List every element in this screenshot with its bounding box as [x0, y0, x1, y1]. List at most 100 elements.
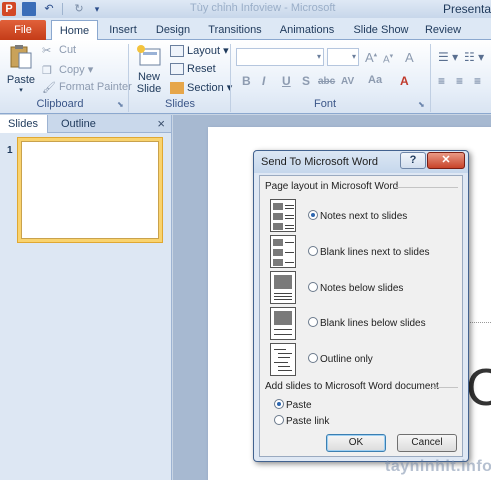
font-name-dropdown-icon: ▾: [316, 52, 321, 61]
tab-outline[interactable]: Outline: [53, 115, 104, 133]
tab-animations[interactable]: Animations: [276, 20, 338, 40]
blank-lines-below-slides-icon[interactable]: [270, 307, 296, 340]
slide-number: 1: [7, 145, 13, 156]
group-separator: [128, 44, 129, 112]
tab-design[interactable]: Design: [151, 20, 195, 40]
tab-insert[interactable]: Insert: [104, 20, 142, 40]
close-pane-icon[interactable]: ×: [157, 116, 165, 131]
align-left-button[interactable]: ≡: [438, 74, 445, 88]
group-separator: [230, 44, 231, 112]
font-launcher-icon[interactable]: ⬊: [418, 101, 426, 109]
option-notes-below-slides[interactable]: Notes below slides: [308, 282, 403, 294]
format-painter-button[interactable]: 🖌 Format Painter: [42, 81, 132, 95]
outline-only-icon[interactable]: [270, 343, 296, 376]
slide-title-text: C: [466, 359, 491, 417]
paste-button[interactable]: Paste ▾: [6, 43, 36, 98]
powerpoint-app-icon[interactable]: P: [2, 2, 16, 16]
option-notes-next-to-slides[interactable]: Notes next to slides: [308, 210, 407, 222]
copy-button[interactable]: ❐ Copy ▾: [42, 63, 93, 77]
layout-icon: [170, 45, 184, 58]
cut-button[interactable]: ✂ Cut: [42, 44, 77, 58]
option-paste[interactable]: Paste: [274, 399, 312, 411]
option-paste-link[interactable]: Paste link: [274, 415, 329, 427]
option-blank-lines-next-to-slides[interactable]: Blank lines next to slides: [308, 246, 430, 258]
tab-home[interactable]: Home: [51, 20, 98, 41]
blank-lines-next-to-slides-icon[interactable]: [270, 235, 296, 268]
bullets-button[interactable]: ☰ ▾: [438, 50, 458, 64]
shrink-font-label: A: [383, 54, 390, 66]
cancel-button[interactable]: Cancel: [397, 434, 457, 452]
align-center-button[interactable]: ≡: [456, 74, 463, 88]
slide-thumbnail[interactable]: [17, 137, 163, 243]
shadow-button[interactable]: S: [302, 74, 310, 88]
add-slides-section-label: Add slides to Microsoft Word document: [265, 381, 439, 392]
section-button[interactable]: Section ▾: [170, 81, 232, 95]
slides-pane: Slides Outline × 1: [0, 115, 172, 480]
title-bar: P ↶ ↻ ▾ Tùy chỉnh Infoview - Microsoft P…: [0, 0, 491, 18]
ok-button[interactable]: OK: [326, 434, 386, 452]
new-slide-icon: [137, 45, 161, 66]
align-right-button[interactable]: ≡: [474, 74, 481, 88]
grow-font-button[interactable]: A▴: [365, 50, 377, 65]
redo-icon[interactable]: ↻: [72, 2, 86, 16]
option-label: Paste link: [286, 416, 330, 427]
copy-label: Copy: [59, 64, 85, 76]
help-button[interactable]: ?: [400, 152, 426, 169]
tab-file[interactable]: File: [0, 20, 46, 40]
new-slide-label-1: New: [137, 71, 160, 83]
font-color-button[interactable]: A: [400, 74, 409, 88]
reset-button[interactable]: Reset: [170, 63, 216, 76]
watermark-text: tayninhit.info: [385, 458, 491, 475]
scissors-icon: ✂: [42, 45, 52, 58]
paste-icon: [10, 45, 32, 69]
page-layout-section-label: Page layout in Microsoft Word: [265, 181, 399, 192]
reset-label: Reset: [187, 63, 216, 75]
customize-qat-icon[interactable]: ▾: [90, 2, 104, 16]
dialog-title-bar: Send To Microsoft Word ? ✕: [254, 151, 468, 173]
send-to-word-dialog: Send To Microsoft Word ? ✕ Page layout i…: [253, 150, 469, 462]
bold-button[interactable]: B: [242, 74, 251, 88]
italic-button[interactable]: I: [262, 74, 265, 88]
qat-separator: [62, 3, 63, 15]
font-size-combo[interactable]: ▾: [327, 48, 359, 66]
ribbon: Paste ▾ ✂ Cut ❐ Copy ▾ 🖌 Format Painter Cli…: [0, 40, 491, 114]
tab-slides[interactable]: Slides: [0, 115, 48, 133]
character-spacing-button[interactable]: AV: [341, 76, 354, 87]
brush-icon: 🖌: [42, 82, 56, 95]
close-button[interactable]: ✕: [427, 152, 465, 169]
change-case-button[interactable]: Aa: [368, 74, 382, 86]
option-blank-lines-below-slides[interactable]: Blank lines below slides: [308, 317, 426, 329]
numbering-button[interactable]: ☷ ▾: [464, 50, 484, 64]
option-label: Blank lines next to slides: [320, 247, 430, 258]
font-name-combo[interactable]: ▾: [236, 48, 324, 66]
radio-icon: [308, 353, 318, 363]
layout-button[interactable]: Layout ▾: [170, 44, 229, 58]
tab-review[interactable]: Review: [422, 20, 464, 40]
undo-icon[interactable]: ↶: [42, 2, 56, 16]
radio-selected-icon: [274, 399, 284, 409]
font-size-dropdown-icon: ▾: [351, 52, 356, 61]
shrink-font-button[interactable]: A▾: [383, 52, 393, 65]
tab-slide-show[interactable]: Slide Show: [350, 20, 412, 40]
option-label: Paste: [286, 400, 312, 411]
format-painter-label: Format Painter: [59, 81, 132, 93]
radio-icon: [308, 282, 318, 292]
save-icon[interactable]: [22, 2, 36, 16]
strikethrough-button[interactable]: abc: [318, 76, 335, 87]
underline-button[interactable]: U: [282, 74, 291, 88]
option-label: Notes next to slides: [320, 211, 408, 222]
radio-icon: [308, 317, 318, 327]
cut-label: Cut: [59, 44, 77, 56]
option-label: Blank lines below slides: [320, 318, 426, 329]
clear-formatting-button[interactable]: A: [405, 50, 414, 65]
clipboard-launcher-icon[interactable]: ⬊: [117, 101, 125, 109]
notes-below-slides-icon[interactable]: [270, 271, 296, 304]
notes-next-to-slides-icon[interactable]: [270, 199, 296, 232]
tab-transitions[interactable]: Transitions: [204, 20, 266, 40]
option-label: Outline only: [320, 354, 373, 365]
section-divider: [428, 387, 458, 388]
new-slide-button[interactable]: New Slide: [134, 44, 164, 95]
option-outline-only[interactable]: Outline only: [308, 353, 373, 365]
radio-selected-icon: [308, 210, 318, 220]
dialog-body: Page layout in Microsoft Word Notes next…: [259, 175, 463, 457]
